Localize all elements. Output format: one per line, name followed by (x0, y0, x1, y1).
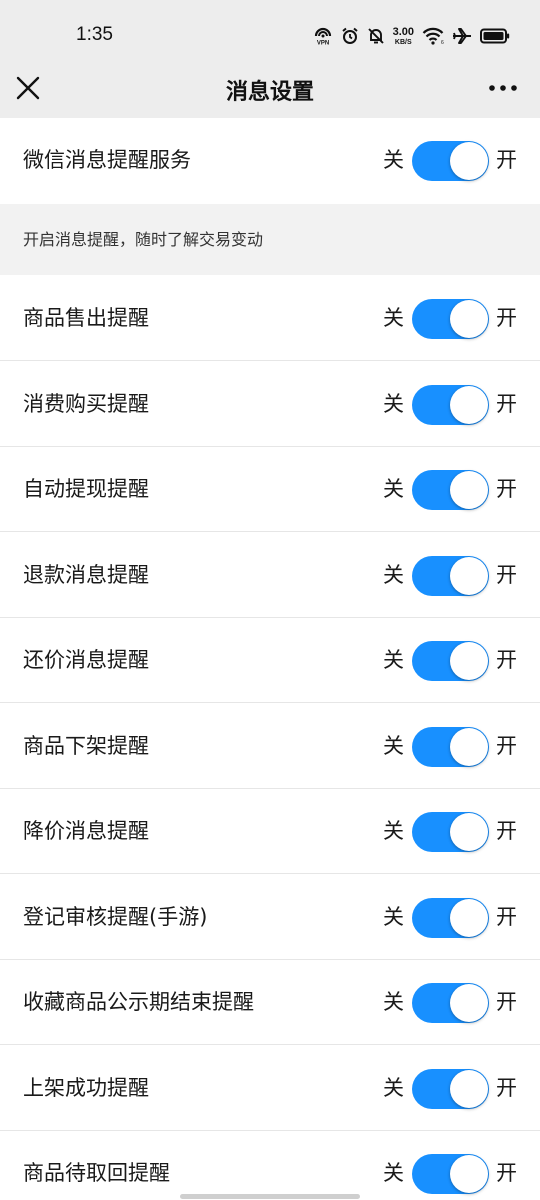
toggle-on-label: 开 (496, 563, 517, 587)
toggle-knob (450, 813, 488, 851)
toggle-knob (450, 1070, 488, 1108)
setting-row: 收藏商品公示期结束提醒 关 开 (0, 960, 540, 1045)
setting-toggle[interactable] (412, 299, 489, 339)
toggle-on-label: 开 (496, 990, 517, 1014)
toggle-off-label: 关 (383, 648, 404, 672)
row-divider (0, 873, 540, 874)
toggle-on-label: 开 (496, 648, 517, 672)
setting-label: 退款消息提醒 (23, 563, 149, 587)
setting-label: 收藏商品公示期结束提醒 (23, 990, 254, 1014)
battery-icon (480, 28, 510, 44)
status-icons: VPN 3.00 KB/S 6 (313, 24, 510, 48)
airplane-icon (452, 27, 472, 45)
toggle-knob (450, 984, 488, 1022)
toggle-on-label: 开 (496, 306, 517, 330)
setting-toggle[interactable] (412, 641, 489, 681)
toggle-knob (450, 557, 488, 595)
toggle-knob (450, 386, 488, 424)
wechat-service-toggle[interactable] (412, 141, 489, 181)
toggle-knob (450, 471, 488, 509)
toggle-on-label: 开 (496, 1076, 517, 1100)
toggle-on-label: 开 (496, 905, 517, 929)
setting-row: 商品待取回提醒 关 开 (0, 1131, 540, 1200)
toggle-off-label: 关 (383, 148, 404, 172)
toggle-off-label: 关 (383, 1076, 404, 1100)
setting-row: 商品售出提醒 关 开 (0, 276, 540, 361)
net-speed: 3.00 KB/S (392, 25, 414, 46)
toggle-on-label: 开 (496, 148, 517, 172)
toggle-off-label: 关 (383, 734, 404, 758)
setting-toggle[interactable] (412, 556, 489, 596)
toggle-knob (450, 642, 488, 680)
toggle-knob (450, 728, 488, 766)
toggle-knob (450, 300, 488, 338)
row-divider (0, 360, 540, 361)
setting-row: 退款消息提醒 关 开 (0, 533, 540, 618)
setting-label: 消费购买提醒 (23, 392, 149, 416)
alarm-icon (341, 27, 359, 45)
setting-toggle[interactable] (412, 1154, 489, 1194)
toggle-knob (450, 1155, 488, 1193)
toggle-on-label: 开 (496, 477, 517, 501)
setting-row: 降价消息提醒 关 开 (0, 789, 540, 874)
setting-label: 降价消息提醒 (23, 819, 149, 843)
setting-row: 登记审核提醒(手游) 关 开 (0, 875, 540, 960)
setting-toggle[interactable] (412, 727, 489, 767)
toggle-off-label: 关 (383, 477, 404, 501)
setting-toggle[interactable] (412, 385, 489, 425)
status-bar: 1:35 VPN 3.00 KB/S 6 (0, 0, 540, 60)
svg-text:VPN: VPN (316, 41, 328, 46)
row-divider (0, 702, 540, 703)
nav-bar: 消息设置 (0, 60, 540, 118)
toggle-on-label: 开 (496, 819, 517, 843)
setting-row: 还价消息提醒 关 开 (0, 618, 540, 703)
toggle-on-label: 开 (496, 392, 517, 416)
setting-row-wechat-service: 微信消息提醒服务 关 开 (0, 118, 540, 203)
setting-label: 自动提现提醒 (23, 477, 149, 501)
setting-row: 消费购买提醒 关 开 (0, 362, 540, 447)
setting-label: 微信消息提醒服务 (23, 148, 191, 172)
toggle-off-label: 关 (383, 1161, 404, 1185)
net-speed-unit: KB/S (394, 38, 412, 46)
toggle-off-label: 关 (383, 563, 404, 587)
setting-toggle[interactable] (412, 983, 489, 1023)
setting-toggle[interactable] (412, 812, 489, 852)
toggle-off-label: 关 (383, 306, 404, 330)
section-note-text: 开启消息提醒，随时了解交易变动 (23, 230, 264, 249)
home-indicator[interactable] (180, 1194, 360, 1199)
page-title: 消息设置 (225, 80, 314, 105)
mute-bell-icon (367, 27, 385, 45)
setting-label: 商品下架提醒 (23, 734, 149, 758)
status-time: 1:35 (76, 24, 113, 45)
section-note: 开启消息提醒，随时了解交易变动 (0, 204, 540, 275)
setting-label: 还价消息提醒 (23, 648, 149, 672)
toggle-off-label: 关 (383, 905, 404, 929)
toggle-off-label: 关 (383, 392, 404, 416)
toggle-knob (450, 142, 488, 180)
setting-toggle[interactable] (412, 898, 489, 938)
toggle-off-label: 关 (383, 990, 404, 1014)
setting-label: 登记审核提醒(手游) (23, 905, 208, 929)
toggle-knob (450, 899, 488, 937)
setting-row: 上架成功提醒 关 开 (0, 1046, 540, 1131)
row-divider (0, 531, 540, 532)
setting-label: 上架成功提醒 (23, 1076, 149, 1100)
setting-row: 商品下架提醒 关 开 (0, 704, 540, 789)
toggle-on-label: 开 (496, 1161, 517, 1185)
setting-label: 商品待取回提醒 (23, 1161, 170, 1185)
net-speed-value: 3.00 (392, 25, 414, 38)
more-icon[interactable] (488, 78, 518, 98)
svg-text:6: 6 (441, 40, 444, 45)
setting-row: 自动提现提醒 关 开 (0, 447, 540, 532)
wifi-icon: 6 (422, 27, 444, 45)
vpn-icon: VPN (313, 27, 333, 45)
toggle-on-label: 开 (496, 734, 517, 758)
setting-toggle[interactable] (412, 470, 489, 510)
setting-toggle[interactable] (412, 1069, 489, 1109)
row-divider (0, 1044, 540, 1045)
toggle-off-label: 关 (383, 819, 404, 843)
setting-label: 商品售出提醒 (23, 306, 149, 330)
